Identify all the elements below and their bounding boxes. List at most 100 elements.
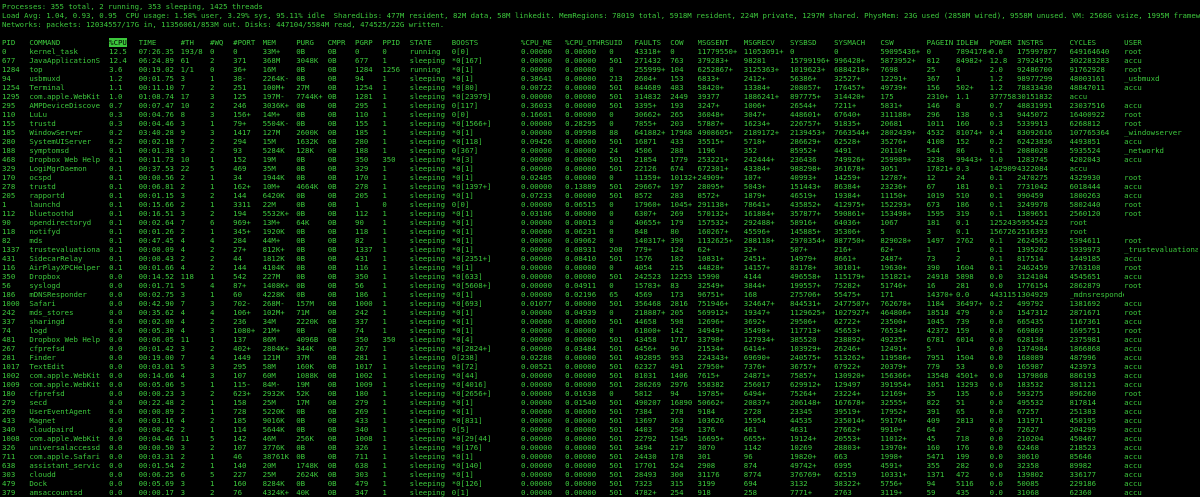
column-header-mem[interactable]: MEM — [263, 38, 297, 47]
column-header-idlew[interactable]: IDLEW — [956, 38, 990, 47]
cell-state: sleeping — [409, 218, 446, 227]
column-header-cpu[interactable]: %CPU — [109, 38, 138, 47]
column-header-faults[interactable]: FAULTS — [635, 38, 671, 47]
column-header-pid[interactable]: PID — [2, 38, 29, 47]
column-header-state[interactable]: STATE — [410, 38, 452, 47]
cell-cow: 203 — [670, 119, 684, 128]
column-header-cycles[interactable]: CYCLES — [1070, 38, 1125, 47]
cell-idlew: 53 — [956, 362, 965, 371]
cell-state: sleeping — [409, 425, 446, 434]
cell-cmpr: 0B — [327, 227, 337, 236]
cell-cmpr: 0B — [327, 317, 337, 326]
cell-faults: 4569 — [634, 290, 653, 299]
cell-user: root — [1124, 236, 1142, 245]
cell-cow: 215 — [670, 263, 684, 272]
column-header-cpu-othrs[interactable]: %CPU_OTHRS — [565, 38, 609, 47]
column-header-msgrecv[interactable]: MSGRECV — [744, 38, 790, 47]
cell-mem: 44M+ — [262, 236, 281, 245]
cell-pgrp: 329 — [355, 164, 369, 173]
column-header-sysmach[interactable]: SYSMACH — [834, 38, 880, 47]
cell-pagein: 673 — [926, 200, 940, 209]
cell-faults: 314832 — [634, 92, 662, 101]
column-header-msgsent[interactable]: MSGSENT — [698, 38, 744, 47]
cell-pagein: 156 — [926, 83, 940, 92]
cell-power: 0.3 — [989, 110, 1003, 119]
column-header-pgrp[interactable]: PGRP — [355, 38, 382, 47]
column-header-purg[interactable]: PURG — [296, 38, 328, 47]
cell-cycles: 1939973 — [1069, 245, 1101, 254]
cell-sysbsd: 199557+ — [790, 281, 821, 290]
cell-cpu: 1.2 — [109, 74, 123, 83]
cell-sysbsd: 58916+ — [790, 218, 817, 227]
column-header-th[interactable]: #TH — [181, 38, 210, 47]
cell-cpu-me: 0.16601 — [521, 110, 552, 119]
column-header-user[interactable]: USER — [1124, 38, 1198, 47]
cell-sysmach: 55475+ — [834, 290, 861, 299]
cell-cpu-othrs: 0.04911 — [565, 281, 597, 290]
cell-cmpr: 0B — [327, 389, 337, 398]
column-header-port[interactable]: #PORT — [233, 38, 262, 47]
column-header-ppid[interactable]: PPID — [382, 38, 409, 47]
cell-msgrecv: 1879+ — [743, 191, 766, 200]
cell-time: 00:00.42 — [138, 425, 174, 434]
cell-instrs: 2462459 — [1016, 263, 1048, 272]
column-header-time[interactable]: TIME — [139, 38, 181, 47]
column-header-csw[interactable]: CSW — [880, 38, 926, 47]
cell-faults: 255999+ — [634, 65, 666, 74]
cell-boosts: *0[2351+] — [451, 254, 492, 263]
cell-pid: 303 — [2, 470, 16, 479]
cell-power: 443115 — [989, 290, 1017, 299]
cell-power: 1.2 — [989, 83, 1003, 92]
column-header-cmpr[interactable]: CMPR — [328, 38, 355, 47]
column-header-cpu-me[interactable]: %CPU_ME — [521, 38, 565, 47]
cell-power: 0.0 — [989, 479, 1003, 488]
column-header-boosts[interactable]: BOOSTS — [452, 38, 521, 47]
column-header-instrs[interactable]: INSTRS — [1017, 38, 1070, 47]
cell-state: sleeping — [409, 416, 446, 425]
process-table-header: PID COMMAND %CPU TIME #TH #WQ #PORT MEM PURG CMPR… — [2, 38, 1198, 47]
cell-cpu-me: 0.00000 — [521, 479, 552, 488]
cell-cpu: 0.0 — [109, 452, 123, 461]
cell-msgsent: 58420+ — [697, 83, 725, 92]
cell-instrs: 5339913 — [1016, 119, 1048, 128]
cell-port: 60 — [233, 290, 242, 299]
cell-csw: 11012+ — [880, 434, 907, 443]
cell-pgrp: 1000 — [355, 299, 373, 308]
cell-mem: 4104K — [262, 263, 285, 272]
cell-instrs: 1547312 — [1016, 308, 1048, 317]
cell-cycles: 229186 — [1069, 479, 1097, 488]
cell-ppid: 1 — [382, 407, 387, 416]
cell-sysbsd: 2970354+ — [790, 236, 826, 245]
cell-ppid: 1 — [382, 146, 387, 155]
column-header-command[interactable]: COMMAND — [29, 38, 109, 47]
cell-user: accu — [1124, 155, 1142, 164]
cell-cpu: 0.1 — [109, 218, 123, 227]
column-header-cow[interactable]: COW — [670, 38, 697, 47]
column-header-power[interactable]: POWER — [990, 38, 1017, 47]
column-header-uid[interactable]: UID — [609, 38, 634, 47]
cell-uid: 0 — [609, 281, 614, 290]
cell-sysbsd: 10269 — [790, 443, 813, 452]
cell-pid: 278 — [2, 182, 16, 191]
cell-instrs: 3124104 — [1016, 272, 1048, 281]
cell-cpu-othrs: 0.02196 — [565, 290, 597, 299]
column-header-pagein[interactable]: PAGEIN — [927, 38, 956, 47]
column-header-sysbsd[interactable]: SYSBSD — [790, 38, 834, 47]
cell-state: sleeping — [409, 110, 446, 119]
column-header-wq[interactable]: #WQ — [210, 38, 233, 47]
cell-mem: 197M- — [262, 92, 285, 101]
cell-cpu: 0.1 — [109, 191, 123, 200]
cell-uid: 501 — [609, 452, 623, 461]
cell-state: sleeping — [409, 308, 446, 317]
cell-pagein: 4108 — [926, 137, 945, 146]
cell-pagein: 391 — [926, 407, 940, 416]
cell-pid: 433 — [2, 416, 16, 425]
cell-cpu-me: 0.07233 — [521, 191, 552, 200]
cell-time: 00:07.47 — [138, 101, 174, 110]
cell-th: 3 — [180, 389, 186, 398]
cell-pagein: 390 — [926, 263, 940, 272]
cell-port: 137 — [233, 335, 247, 344]
cell-csw: 35276+ — [880, 137, 907, 146]
cell-cpu-othrs: 0.00000 — [565, 209, 597, 218]
cell-instrs: 183532 — [1016, 380, 1044, 389]
